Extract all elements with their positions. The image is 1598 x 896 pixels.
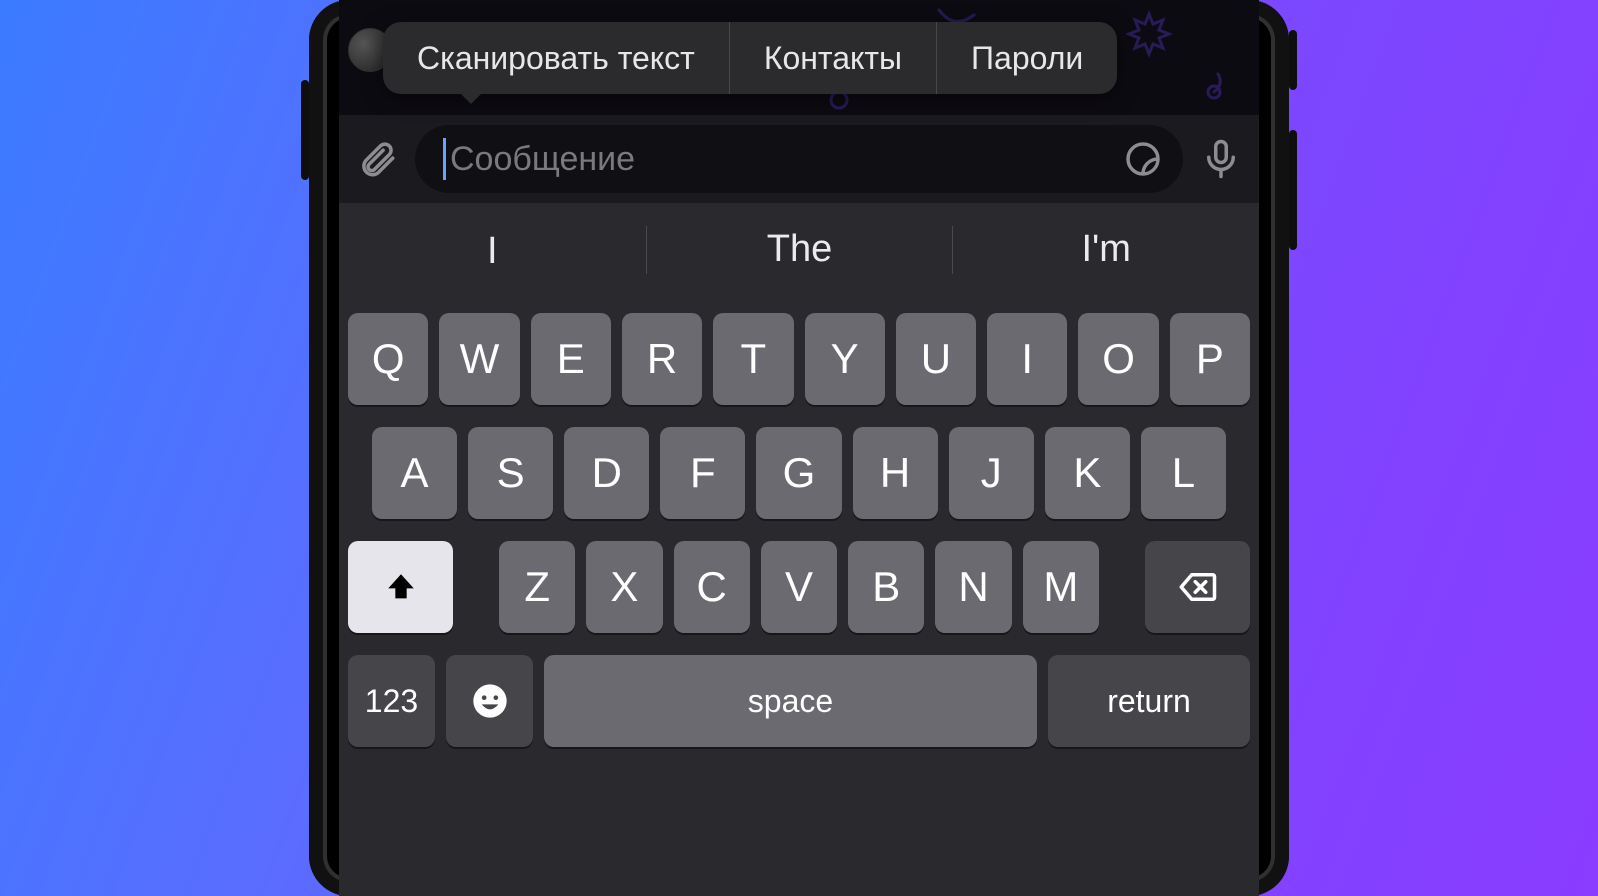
key-y[interactable]: Y	[805, 313, 885, 405]
delete-icon	[1176, 566, 1218, 608]
key-o[interactable]: O	[1078, 313, 1158, 405]
key-e[interactable]: E	[531, 313, 611, 405]
key-w[interactable]: W	[439, 313, 519, 405]
phone-side-button-right-2	[1289, 130, 1297, 250]
key-a[interactable]: A	[372, 427, 457, 519]
message-input[interactable]: Сообщение	[415, 125, 1183, 193]
suggestion-bar: I The I'm	[339, 203, 1259, 299]
suggestion-3[interactable]: I'm	[952, 228, 1259, 274]
text-caret	[443, 138, 446, 180]
key-j[interactable]: J	[949, 427, 1034, 519]
keyboard-row-4: 123 space return	[348, 655, 1250, 747]
attachment-icon[interactable]	[353, 135, 401, 183]
sticker-icon[interactable]	[1123, 139, 1163, 179]
text-field-popover: Сканировать текст Контакты Пароли	[383, 22, 1117, 94]
key-u[interactable]: U	[896, 313, 976, 405]
message-input-bar: Сообщение	[339, 115, 1259, 203]
key-emoji[interactable]	[446, 655, 533, 747]
keyboard-row-1: Q W E R T Y U I O P	[348, 313, 1250, 405]
popover-passwords[interactable]: Пароли	[936, 22, 1117, 94]
key-d[interactable]: D	[564, 427, 649, 519]
phone-frame: Сканировать текст Контакты Пароли Сообще…	[309, 0, 1289, 896]
phone-side-button-left	[301, 80, 309, 180]
popover-contacts[interactable]: Контакты	[729, 22, 936, 94]
key-f[interactable]: F	[660, 427, 745, 519]
screen: Сканировать текст Контакты Пароли Сообще…	[339, 0, 1259, 896]
key-v[interactable]: V	[761, 541, 837, 633]
key-delete[interactable]	[1145, 541, 1250, 633]
emoji-icon	[470, 681, 510, 721]
key-shift[interactable]	[348, 541, 453, 633]
suggestion-1[interactable]: I	[339, 230, 646, 273]
key-space[interactable]: space	[544, 655, 1037, 747]
message-placeholder: Сообщение	[450, 140, 635, 179]
shift-icon	[384, 570, 418, 604]
key-i[interactable]: I	[987, 313, 1067, 405]
key-numeric[interactable]: 123	[348, 655, 435, 747]
key-b[interactable]: B	[848, 541, 924, 633]
key-return[interactable]: return	[1048, 655, 1250, 747]
keyboard-row-3: Z X C V B N M	[348, 541, 1250, 633]
key-x[interactable]: X	[586, 541, 662, 633]
key-r[interactable]: R	[622, 313, 702, 405]
key-h[interactable]: H	[853, 427, 938, 519]
key-n[interactable]: N	[935, 541, 1011, 633]
phone-side-button-right-1	[1289, 30, 1297, 90]
microphone-icon[interactable]	[1197, 135, 1245, 183]
suggestion-2[interactable]: The	[646, 228, 953, 274]
keyboard-rows: Q W E R T Y U I O P A S D F G H	[339, 299, 1259, 896]
key-g[interactable]: G	[756, 427, 841, 519]
key-q[interactable]: Q	[348, 313, 428, 405]
key-z[interactable]: Z	[499, 541, 575, 633]
key-l[interactable]: L	[1141, 427, 1226, 519]
key-m[interactable]: M	[1023, 541, 1099, 633]
key-p[interactable]: P	[1170, 313, 1250, 405]
key-c[interactable]: C	[674, 541, 750, 633]
keyboard: I The I'm Q W E R T Y U I O P A	[339, 203, 1259, 896]
key-s[interactable]: S	[468, 427, 553, 519]
key-k[interactable]: K	[1045, 427, 1130, 519]
keyboard-row-2: A S D F G H J K L	[348, 427, 1250, 519]
key-t[interactable]: T	[713, 313, 793, 405]
popover-scan-text[interactable]: Сканировать текст	[383, 22, 729, 94]
